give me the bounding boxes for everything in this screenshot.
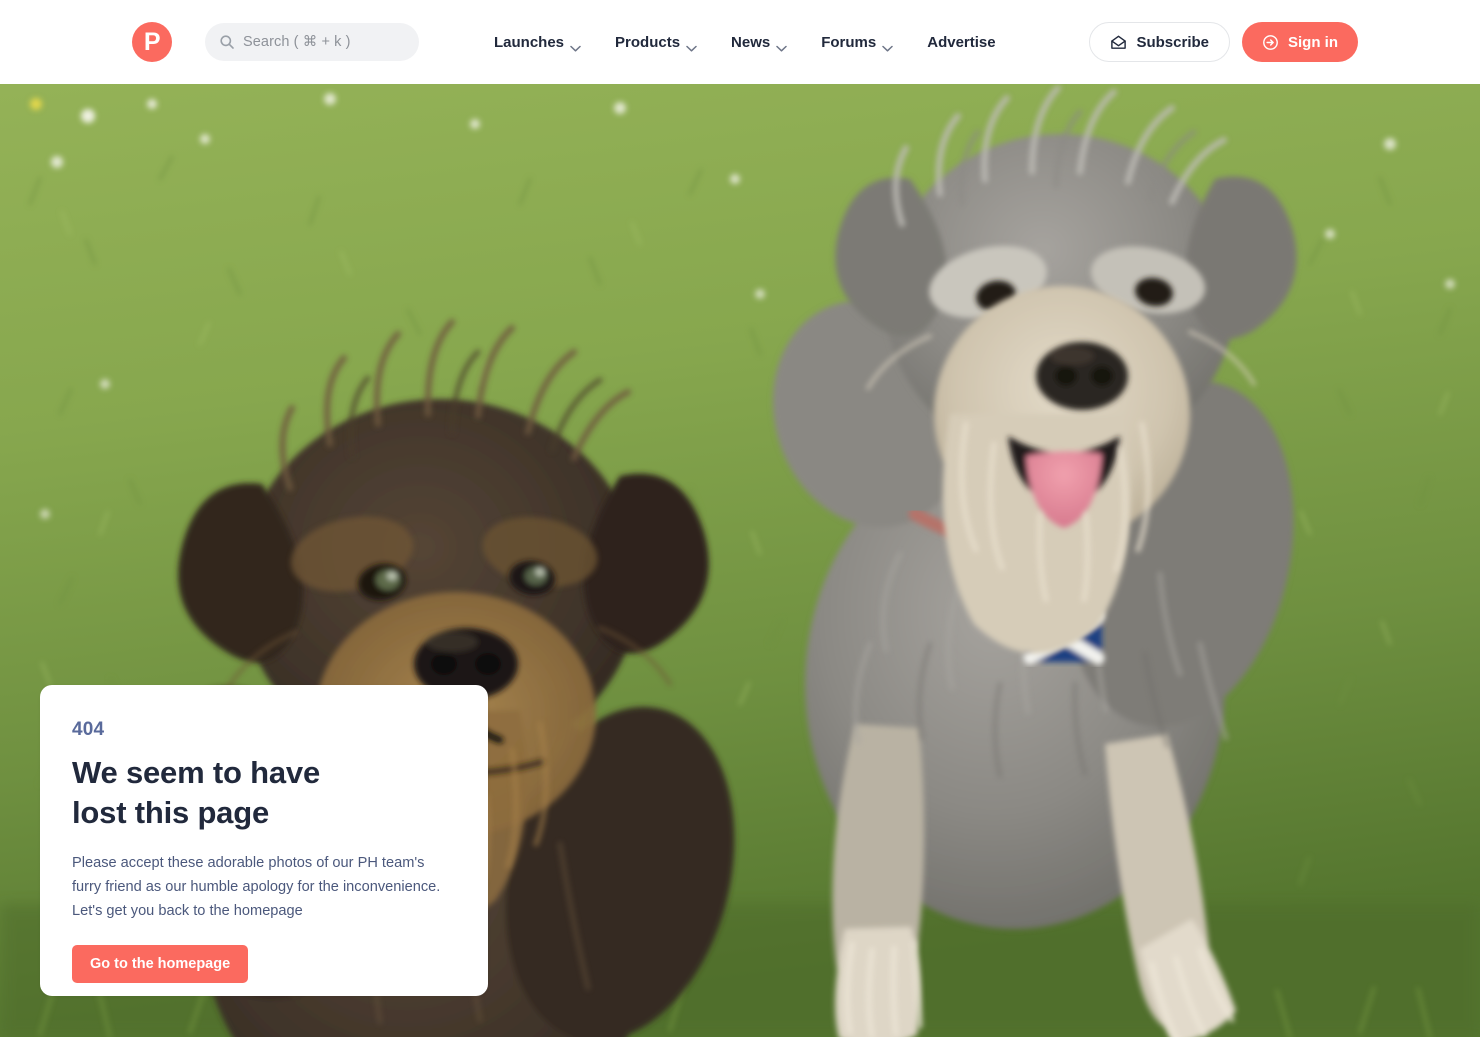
signin-label: Sign in: [1288, 33, 1338, 51]
nav-item-news[interactable]: News: [731, 33, 787, 52]
nav-item-products[interactable]: Products: [615, 33, 697, 52]
nav-item-forums[interactable]: Forums: [821, 33, 893, 52]
signin-button[interactable]: Sign in: [1242, 22, 1358, 62]
nav-label: Products: [615, 33, 681, 51]
subscribe-label: Subscribe: [1136, 33, 1209, 51]
error-404-card: 404 We seem to have lost this page Pleas…: [40, 685, 488, 996]
header-actions: Subscribe Sign in: [1089, 22, 1358, 62]
chevron-down-icon: [776, 39, 787, 52]
search-icon: [219, 34, 235, 50]
site-header: P Search ( ⌘ + k ) Launches Products New…: [0, 0, 1480, 84]
nav-item-launches[interactable]: Launches: [494, 33, 581, 52]
nav-label: Advertise: [927, 33, 996, 51]
nav-label: Forums: [821, 33, 877, 51]
error-code: 404: [72, 719, 105, 740]
nav-label: Launches: [494, 33, 565, 51]
page-root: P Search ( ⌘ + k ) Launches Products New…: [0, 0, 1480, 1037]
envelope-open-icon: [1110, 34, 1127, 51]
page-title: We seem to have lost this page: [72, 755, 320, 831]
chevron-down-icon: [686, 39, 697, 52]
login-arrow-circle-icon: [1262, 34, 1279, 51]
nav-label: News: [731, 33, 771, 51]
chevron-down-icon: [570, 39, 581, 52]
product-hunt-logo[interactable]: P: [132, 22, 172, 62]
chevron-down-icon: [882, 39, 893, 52]
error-description: Please accept these adorable photos of o…: [72, 854, 441, 920]
subscribe-button[interactable]: Subscribe: [1089, 22, 1230, 62]
go-to-homepage-button[interactable]: Go to the homepage: [72, 944, 249, 983]
main-nav: Launches Products News Forums Advertise: [494, 0, 996, 84]
nav-item-advertise[interactable]: Advertise: [927, 34, 995, 51]
search-placeholder: Search ( ⌘ + k ): [243, 34, 351, 50]
search-input[interactable]: Search ( ⌘ + k ): [205, 23, 419, 61]
